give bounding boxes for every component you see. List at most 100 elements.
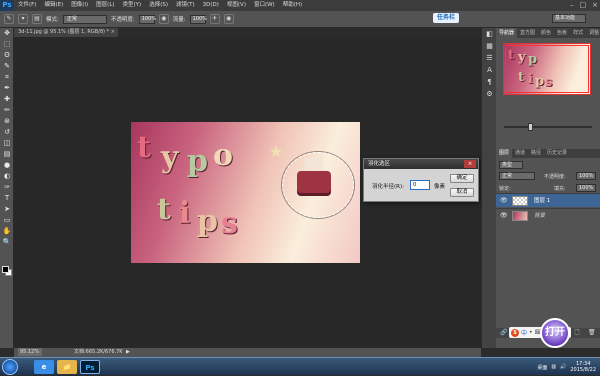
layers-tab[interactable]: 图层 bbox=[496, 149, 513, 158]
properties-panel-icon[interactable]: ▦ bbox=[482, 40, 497, 52]
brush-presets-panel-icon[interactable]: ☰ bbox=[482, 52, 497, 64]
healing-tool-icon[interactable]: ✚ bbox=[0, 94, 14, 105]
layer-row[interactable]: 👁 背景 bbox=[496, 208, 600, 222]
status-menu-icon[interactable]: ▶ bbox=[126, 348, 130, 357]
gradient-tool-icon[interactable]: ▤ bbox=[0, 149, 14, 160]
start-button[interactable] bbox=[2, 359, 18, 375]
workspace-select[interactable]: 基本功能 bbox=[552, 14, 586, 23]
menu-item[interactable]: 3D(D) bbox=[199, 0, 223, 11]
ime-language[interactable]: 中 bbox=[521, 328, 527, 337]
fill-input[interactable]: 100% bbox=[576, 184, 596, 192]
layer-row[interactable]: 👁 图层 1 bbox=[496, 193, 600, 207]
layer-filter-select[interactable]: 类型 bbox=[499, 161, 523, 169]
minimize-button[interactable]: – bbox=[570, 0, 574, 11]
hand-tool-icon[interactable]: ✋ bbox=[0, 226, 14, 237]
panel-tab[interactable]: 颜色 bbox=[538, 28, 554, 38]
document-tab[interactable]: 3d-11.jpg @ 95.1% (图层 1, RGB/8) * × bbox=[14, 28, 118, 37]
marquee-tool-icon[interactable]: ⬚ bbox=[0, 39, 14, 50]
avatar[interactable]: 打开 bbox=[540, 318, 570, 348]
taskbar-app-ie[interactable]: e bbox=[34, 360, 54, 374]
type-tool-icon[interactable]: T bbox=[0, 193, 14, 204]
character-panel-icon[interactable]: A bbox=[482, 64, 497, 76]
ok-button[interactable]: 确定 bbox=[450, 174, 474, 183]
menu-item[interactable]: 滤镜(T) bbox=[172, 0, 199, 11]
panel-tab[interactable]: 样式 bbox=[570, 28, 586, 38]
pressure-opacity-icon[interactable]: ◉ bbox=[158, 14, 169, 24]
navigator-thumbnail[interactable]: t y p t i p s bbox=[503, 43, 591, 95]
paragraph-panel-icon[interactable]: ¶ bbox=[482, 76, 497, 88]
lock-label: 锁定: bbox=[499, 186, 511, 192]
zoom-level-input[interactable]: 95.12% bbox=[18, 348, 42, 356]
airbrush-icon[interactable]: ✈ bbox=[209, 14, 220, 24]
taskbar: e 📁 Ps 桌面 ▥ 🔊 17:34 2015/8/22 bbox=[0, 357, 600, 375]
layers-tab[interactable]: 通道 bbox=[512, 149, 528, 158]
options-bar: ✎ ▾ ▤ 模式: 正常 不透明度: 100% ◉ 流量: 100% ✈ ◉ bbox=[0, 11, 600, 28]
network-icon[interactable]: ▥ bbox=[551, 364, 556, 370]
layers-tab[interactable]: 历史记录 bbox=[544, 149, 570, 158]
taskbar-app-photoshop[interactable]: Ps bbox=[80, 360, 100, 374]
maximize-button[interactable]: □ bbox=[580, 0, 587, 11]
link-layers-icon[interactable]: 🔗 bbox=[500, 328, 507, 338]
dodge-tool-icon[interactable]: ◐ bbox=[0, 171, 14, 182]
flow-input[interactable]: 100% bbox=[189, 14, 207, 24]
mode-select[interactable]: 正常 bbox=[62, 14, 107, 24]
menu-item[interactable]: 视图(V) bbox=[223, 0, 250, 11]
blend-mode-select[interactable]: 正常 bbox=[499, 172, 535, 180]
pen-tool-icon[interactable]: ✑ bbox=[0, 182, 14, 193]
panel-tab[interactable]: 色板 bbox=[554, 28, 570, 38]
system-tray: 桌面 ▥ 🔊 17:34 2015/8/22 bbox=[537, 358, 596, 376]
cancel-button[interactable]: 取消 bbox=[450, 188, 474, 197]
layer-opacity-input[interactable]: 100% bbox=[576, 172, 596, 180]
history-panel-icon[interactable]: ◧ bbox=[482, 28, 497, 40]
delete-layer-icon[interactable]: 🗑 bbox=[588, 328, 596, 338]
dialog-titlebar[interactable]: 羽化选区 × bbox=[364, 159, 478, 169]
new-layer-icon[interactable]: 🗋 bbox=[575, 328, 580, 338]
layers-tab[interactable]: 路径 bbox=[528, 149, 544, 158]
eye-icon[interactable]: 👁 bbox=[500, 209, 508, 223]
eye-icon[interactable]: 👁 bbox=[500, 194, 508, 208]
taskbar-app-explorer[interactable]: 📁 bbox=[57, 360, 77, 374]
brush-preset-icon[interactable]: ▾ bbox=[18, 14, 28, 24]
eraser-tool-icon[interactable]: ◫ bbox=[0, 138, 14, 149]
blur-tool-icon[interactable]: ● bbox=[0, 160, 14, 171]
navigator-zoom-slider[interactable] bbox=[504, 123, 592, 131]
clock[interactable]: 17:34 2015/8/22 bbox=[570, 361, 596, 373]
move-tool-icon[interactable]: ✥ bbox=[0, 28, 14, 39]
navigator-viewport-box[interactable] bbox=[505, 45, 589, 93]
document-close-icon[interactable]: × bbox=[111, 28, 115, 37]
quick-select-tool-icon[interactable]: ✎ bbox=[0, 61, 14, 72]
menu-item[interactable]: 选择(S) bbox=[145, 0, 172, 11]
crop-tool-icon[interactable]: ⌗ bbox=[0, 72, 14, 83]
lasso-tool-icon[interactable]: ʘ bbox=[0, 50, 14, 61]
shape-tool-icon[interactable]: ▭ bbox=[0, 215, 14, 226]
ime-punctuation-icon[interactable]: • bbox=[529, 329, 533, 336]
volume-icon[interactable]: 🔊 bbox=[560, 364, 566, 370]
menu-item[interactable]: 图像(I) bbox=[67, 0, 92, 11]
clone-tool-icon[interactable]: ⊛ bbox=[0, 116, 14, 127]
panel-tab[interactable]: 直方图 bbox=[517, 28, 538, 38]
dialog-close-button[interactable]: × bbox=[464, 160, 476, 168]
menu-item[interactable]: 文件(F) bbox=[14, 0, 40, 11]
desktop-label[interactable]: 桌面 bbox=[537, 364, 547, 371]
panel-tab[interactable]: 调整 bbox=[586, 28, 600, 38]
foreground-color-swatch[interactable] bbox=[2, 266, 9, 273]
menu-item[interactable]: 图层(L) bbox=[92, 0, 118, 11]
menu-item[interactable]: 编辑(E) bbox=[40, 0, 67, 11]
panel-tab[interactable]: 导航器 bbox=[496, 28, 518, 38]
menu-item[interactable]: 帮助(H) bbox=[279, 0, 306, 11]
feather-radius-input[interactable]: 0 bbox=[410, 180, 430, 190]
menu-item[interactable]: 窗口(W) bbox=[250, 0, 279, 11]
menu-item[interactable]: 类型(Y) bbox=[119, 0, 146, 11]
brush-tool-icon[interactable]: ✎ bbox=[4, 14, 14, 24]
navigator-zoom-knob[interactable] bbox=[528, 123, 534, 131]
path-select-tool-icon[interactable]: ➤ bbox=[0, 204, 14, 215]
brush-panel-icon[interactable]: ▤ bbox=[32, 14, 42, 24]
close-button[interactable]: × bbox=[592, 0, 598, 11]
tool-presets-panel-icon[interactable]: ⚙ bbox=[482, 88, 497, 100]
eyedropper-tool-icon[interactable]: ✒ bbox=[0, 83, 14, 94]
zoom-tool-icon[interactable]: 🔍 bbox=[0, 237, 14, 248]
brush-tool-icon[interactable]: ✏ bbox=[0, 105, 14, 116]
history-brush-tool-icon[interactable]: ↺ bbox=[0, 127, 14, 138]
opacity-input[interactable]: 100% bbox=[138, 14, 156, 24]
pressure-size-icon[interactable]: ◉ bbox=[223, 14, 234, 24]
